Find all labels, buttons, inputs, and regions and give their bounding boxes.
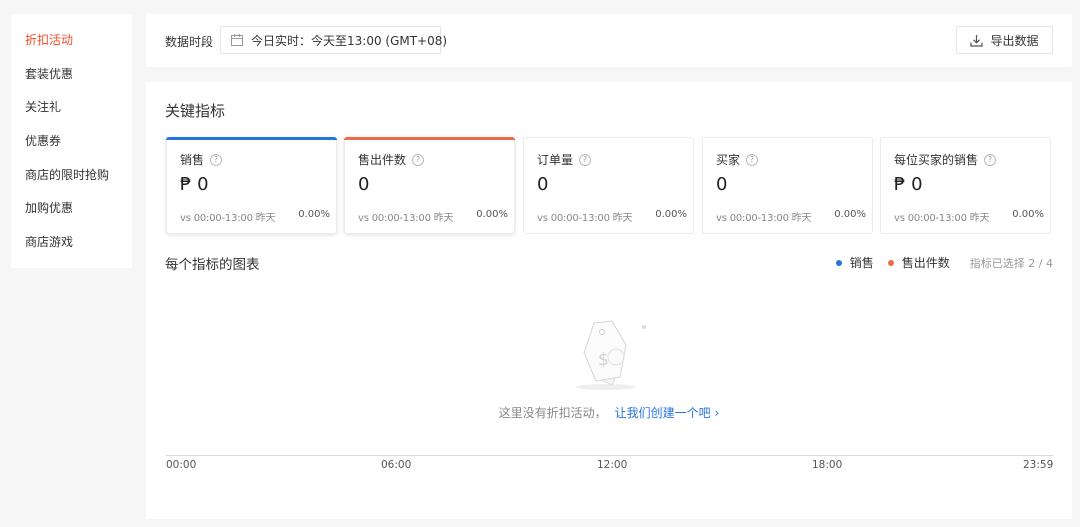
metric-change: 0.00% <box>476 209 508 220</box>
metric-compare: vs 00:00-13:00 昨天 <box>537 213 633 224</box>
create-promotion-label: 让我们创建一个吧 <box>614 406 711 420</box>
export-data-label: 导出数据 <box>990 33 1039 48</box>
sidebar-nav: 折扣活动 套装优惠 关注礼 优惠券 商店的限时抢购 加购优惠 商店游戏 <box>11 14 132 268</box>
create-promotion-link[interactable]: 让我们创建一个吧 › <box>615 406 720 420</box>
metric-change: 0.00% <box>298 209 330 220</box>
empty-state-message: 这里没有折扣活动， 让我们创建一个吧 › <box>146 404 1072 421</box>
main-panel: 关键指标 销售? ₱ 0 vs 00:00-13:00 昨天 0.00% 售出件… <box>146 82 1072 519</box>
period-label: 数据时段 <box>165 35 214 49</box>
chevron-right-icon: › <box>714 406 720 420</box>
chart-x-axis <box>166 455 1053 456</box>
metric-change: 0.00% <box>655 209 687 220</box>
period-value: 今日实时：今天至13:00 (GMT+08) <box>251 33 448 48</box>
legend-label: 销售 <box>849 256 874 270</box>
key-metrics-title: 关键指标 <box>165 102 226 120</box>
metric-card-orders[interactable]: 订单量? 0 vs 00:00-13:00 昨天 0.00% <box>523 137 694 234</box>
help-icon[interactable]: ? <box>579 153 592 166</box>
sidebar-item-follow-prize[interactable]: 关注礼 <box>11 97 132 131</box>
metric-card-sales[interactable]: 销售? ₱ 0 vs 00:00-13:00 昨天 0.00% <box>166 137 337 234</box>
help-icon[interactable]: ? <box>210 153 223 166</box>
sidebar-item-flash-sale[interactable]: 商店的限时抢购 <box>11 165 132 199</box>
help-icon[interactable]: ? <box>412 153 425 166</box>
metric-label: 订单量 <box>537 153 574 167</box>
metric-value: ₱ 0 <box>180 174 209 195</box>
metric-compare: vs 00:00-13:00 昨天 <box>716 213 812 224</box>
metric-value: 0 <box>537 174 549 195</box>
metric-compare: vs 00:00-13:00 昨天 <box>894 213 990 224</box>
sidebar-item-discount-promotions[interactable]: 折扣活动 <box>11 30 132 64</box>
metric-label: 售出件数 <box>358 153 407 167</box>
calendar-icon <box>231 34 243 46</box>
metric-compare: vs 00:00-13:00 昨天 <box>180 213 276 224</box>
metric-value: 0 <box>358 174 370 195</box>
sidebar-item-vouchers[interactable]: 优惠券 <box>11 131 132 165</box>
period-picker[interactable]: 今日实时：今天至13:00 (GMT+08) <box>220 26 447 54</box>
metric-label: 销售 <box>180 153 205 167</box>
chart-title: 每个指标的图表 <box>165 257 260 273</box>
legend-label: 售出件数 <box>901 256 950 270</box>
x-tick-1800: 18:00 <box>812 459 843 471</box>
chart-legend: 销售 售出件数 指标已选择 2 / 4 <box>835 254 1053 271</box>
x-tick-1200: 12:00 <box>597 459 628 471</box>
x-tick-0600: 06:00 <box>381 459 412 471</box>
legend-item-sales[interactable]: 销售 <box>835 254 874 271</box>
card-selected-bar <box>344 137 515 140</box>
sidebar-item-add-on-deals[interactable]: 加购优惠 <box>11 198 132 232</box>
metric-label: 每位买家的销售 <box>894 153 979 167</box>
download-icon <box>970 34 984 47</box>
empty-state-text: 这里没有折扣活动， <box>498 406 607 420</box>
x-tick-0000: 00:00 <box>166 459 197 471</box>
metric-card-buyers[interactable]: 买家? 0 vs 00:00-13:00 昨天 0.00% <box>702 137 873 234</box>
empty-price-tag-icon: $ <box>576 320 646 390</box>
x-tick-2359: 23:59 <box>1023 459 1054 471</box>
legend-item-units-sold[interactable]: 售出件数 <box>887 254 950 271</box>
export-data-button[interactable]: 导出数据 <box>956 26 1053 54</box>
metric-compare: vs 00:00-13:00 昨天 <box>358 213 454 224</box>
legend-dot <box>887 259 894 266</box>
metric-value: 0 <box>716 174 728 195</box>
period-toolbar: 数据时段 今日实时：今天至13:00 (GMT+08) 导出数据 <box>146 14 1072 67</box>
metric-card-sales-per-buyer[interactable]: 每位买家的销售? ₱ 0 vs 00:00-13:00 昨天 0.00% <box>880 137 1051 234</box>
metric-value: ₱ 0 <box>894 174 923 195</box>
metrics-selected-count: 指标已选择 2 / 4 <box>969 256 1053 270</box>
help-icon[interactable]: ? <box>984 153 997 166</box>
svg-text:$: $ <box>598 350 609 370</box>
metric-card-units-sold[interactable]: 售出件数? 0 vs 00:00-13:00 昨天 0.00% <box>344 137 515 234</box>
help-icon[interactable]: ? <box>746 153 759 166</box>
sidebar-item-shop-games[interactable]: 商店游戏 <box>11 232 132 266</box>
metric-change: 0.00% <box>834 209 866 220</box>
metric-change: 0.00% <box>1012 209 1044 220</box>
metric-label: 买家 <box>716 153 741 167</box>
sidebar-item-bundle-deals[interactable]: 套装优惠 <box>11 64 132 98</box>
legend-dot <box>835 259 842 266</box>
card-selected-bar <box>166 137 337 140</box>
